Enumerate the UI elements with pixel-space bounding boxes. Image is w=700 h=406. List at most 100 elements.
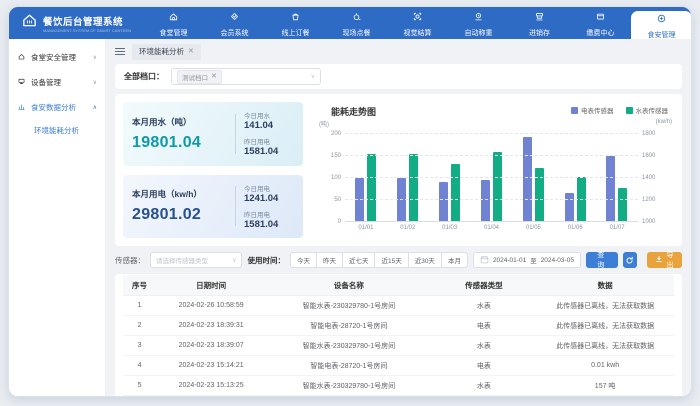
table-cell: 2024-02-22 18:36:41	[156, 396, 266, 397]
time-range-button-2[interactable]: 近七天	[342, 252, 376, 268]
topnav-item-canteen[interactable]: 食堂管理	[143, 7, 204, 39]
table-row: 42024-02-23 15:14:21智能电表-28720-1号房间电表0.0…	[123, 356, 674, 376]
canteen-icon	[168, 9, 179, 27]
bar-group-01/01	[355, 134, 376, 222]
export-button[interactable]: 导出	[647, 252, 682, 268]
bar-水表传感器-01/02	[409, 154, 418, 222]
time-range-button-1[interactable]: 昨天	[316, 252, 343, 268]
topnav-item-label: 线上订餐	[282, 28, 310, 38]
date-start[interactable]: 2024-01-01	[493, 257, 526, 264]
bar-水表传感器-01/03	[451, 164, 460, 222]
topnav-item-label: 视觉结算	[404, 28, 432, 38]
time-range-button-0[interactable]: 今天	[290, 252, 317, 268]
legend-label: 水表传感器	[636, 105, 669, 115]
app-logo-icon	[21, 12, 38, 34]
vision-checkout-icon	[412, 9, 423, 27]
table-row: 12024-02-26 10:58:59智能水表-230329780-1号房间水…	[123, 296, 674, 316]
topnav-item-inventory[interactable]: 进销存	[509, 7, 570, 39]
bar-电表传感器-01/03	[439, 182, 448, 222]
legend-item-水表传感器[interactable]: 水表传感器	[626, 105, 669, 115]
topnav-item-food-safety[interactable]: 食安管理	[631, 11, 692, 39]
chart-bars	[345, 134, 638, 222]
stat-water-side: 今日用水 141.04 昨日用电 1581.04	[244, 110, 294, 157]
topnav-item-vision-checkout[interactable]: 视觉结算	[387, 7, 448, 39]
time-range-button-5[interactable]: 本月	[441, 252, 468, 268]
table-cell: 电表	[432, 316, 537, 336]
table-cell: 此传感器已离线，无法获取数据	[536, 336, 674, 356]
right-axis-tick: 1600	[642, 153, 672, 159]
calendar-icon	[480, 255, 489, 266]
topnav-item-payment[interactable]: 缴费中心	[570, 7, 631, 39]
topnav-item-auto-weigh[interactable]: 自动称重	[448, 7, 509, 39]
legend-item-电表传感器[interactable]: 电表传感器	[571, 105, 614, 115]
chevron-down-icon: ∨	[93, 54, 97, 61]
x-axis-label: 01/03	[429, 225, 471, 231]
table-cell: 157 吨	[536, 376, 674, 396]
stat-elec-today-value: 1241.04	[244, 193, 294, 204]
time-range-button-4[interactable]: 近30天	[408, 252, 442, 268]
date-end[interactable]: 2024-03-05	[541, 257, 574, 264]
stall-select[interactable]: 测试档口 ✕ ∨	[171, 68, 321, 85]
table-cell: 智能水表-230329780-1号房间	[266, 396, 431, 397]
topnav-item-member[interactable]: 会员系统	[204, 7, 265, 39]
table-cell: 4	[123, 356, 156, 376]
right-axis-tick: 1800	[642, 131, 672, 137]
table-header-cell: 设备名称	[266, 275, 431, 296]
chart-gridline	[345, 199, 638, 200]
date-range-picker[interactable]: 2024-01-01 至 2024-03-05	[473, 252, 581, 268]
dashboard-card: 本月用水（吨） 19801.04 今日用水 141.04 昨日用电 1581	[115, 94, 682, 246]
food-safety-icon	[656, 11, 667, 29]
tab-close-icon[interactable]: ✕	[188, 48, 194, 55]
sensor-data-table: 序号日期时间设备名称传感器类型数据 12024-02-26 10:58:59智能…	[123, 275, 674, 396]
x-axis-label: 01/06	[554, 225, 596, 231]
bar-group-01/06	[565, 134, 586, 222]
left-axis-tick: 0	[317, 219, 341, 225]
table-cell: 1	[123, 296, 156, 316]
stats-column: 本月用水（吨） 19801.04 今日用水 141.04 昨日用电 1581	[123, 102, 303, 238]
chart-x-axis-labels: 01/0101/0201/0301/0401/0501/0601/07	[345, 225, 638, 231]
sidebar-item-analysis[interactable]: 食安数据分析 ∧	[9, 95, 105, 120]
time-range-button-3[interactable]: 近15天	[374, 252, 408, 268]
safety-icon	[17, 52, 26, 63]
bar-group-01/05	[523, 134, 544, 222]
stall-tag-close-icon[interactable]: ✕	[211, 73, 217, 80]
payment-icon	[595, 9, 606, 27]
sidebar-subitem-env-energy[interactable]: 环境能耗分析	[9, 120, 105, 141]
topnav-item-dine-in[interactable]: 现场点餐	[326, 7, 387, 39]
table-cell: 3	[123, 336, 156, 356]
sidebar-item-device[interactable]: 设备管理 ∨	[9, 70, 105, 95]
topnav-item-label: 缴费中心	[587, 28, 615, 38]
stat-water-value: 19801.04	[132, 134, 227, 152]
sensor-type-select[interactable]: 请选择传感器类型 ∨	[150, 252, 242, 268]
bar-group-01/03	[439, 134, 460, 222]
collapse-menu-icon[interactable]	[115, 48, 125, 55]
search-button[interactable]: 查询	[586, 252, 618, 268]
sidebar-item-label: 食安数据分析	[31, 102, 76, 113]
stat-water-main: 本月用水（吨） 19801.04	[132, 116, 227, 152]
auto-weigh-icon	[473, 9, 484, 27]
bar-电表传感器-01/02	[397, 178, 406, 222]
sidebar-item-safety[interactable]: 食堂安全管理 ∨	[9, 45, 105, 70]
right-axis-tick: 1400	[642, 175, 672, 181]
table-cell: 0.01 kwh	[536, 356, 674, 376]
table-header-row: 序号日期时间设备名称传感器类型数据	[123, 275, 674, 296]
left-axis-tick: 100	[317, 175, 341, 181]
topnav-item-online-order[interactable]: 线上订餐	[265, 7, 326, 39]
sidebar-item-label: 食堂安全管理	[31, 52, 76, 63]
stat-elec-side: 今日用电 1241.04 昨日用电 1581.04	[244, 183, 294, 230]
table-cell: 电表	[432, 356, 537, 376]
table-cell: 水表	[432, 296, 537, 316]
table-cell: 2024-02-23 18:39:31	[156, 316, 266, 336]
stat-water-title: 本月用水（吨）	[132, 116, 227, 128]
refresh-button[interactable]	[623, 252, 637, 268]
brand-text: 餐饮后台管理系统 MANAGEMENT SYSTEM OF SMART CANT…	[43, 14, 131, 33]
chart-legend: 电表传感器 水表传感器	[571, 105, 668, 115]
left-axis-tick: 200	[317, 131, 341, 137]
table-body: 12024-02-26 10:58:59智能水表-230329780-1号房间水…	[123, 296, 674, 397]
legend-label: 电表传感器	[581, 105, 614, 115]
tab-env-energy-analysis[interactable]: 环境能耗分析 ✕	[132, 44, 201, 60]
stat-elec-value: 29801.02	[132, 206, 227, 224]
topnav-item-label: 进销存	[529, 28, 550, 38]
analysis-icon	[17, 102, 26, 113]
stat-elec-yesterday-label: 昨日用电	[244, 209, 294, 219]
